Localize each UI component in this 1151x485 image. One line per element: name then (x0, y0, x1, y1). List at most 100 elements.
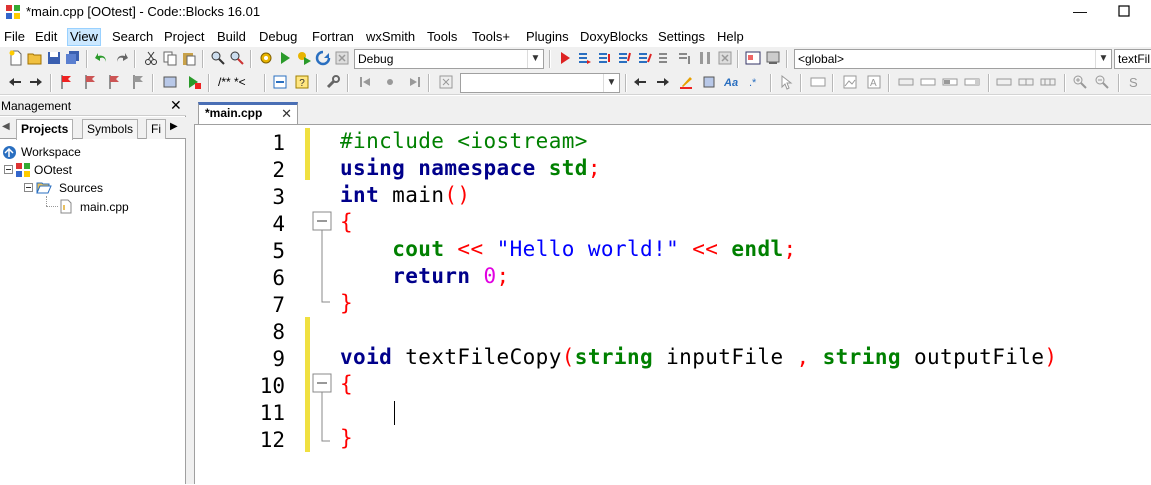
collapse-icon[interactable] (24, 183, 33, 192)
jump-back-icon[interactable] (358, 74, 374, 90)
search-clear-icon[interactable] (438, 74, 454, 90)
scope-select[interactable]: <global> ▼ (794, 49, 1112, 69)
tab-symbols[interactable]: Symbols (82, 119, 139, 139)
doxy-chm-icon[interactable]: ? (294, 74, 310, 90)
menu-view[interactable]: View (67, 28, 101, 46)
copy-icon[interactable] (162, 50, 178, 66)
code-token: textFileCopy (392, 345, 562, 369)
wx-list-icon[interactable] (964, 74, 980, 90)
wx-static-text-icon[interactable]: A (866, 74, 882, 90)
menu-debug[interactable]: Debug (257, 28, 299, 46)
code-token: } (340, 426, 354, 450)
wx-textctrl-icon[interactable] (920, 74, 936, 90)
close-icon[interactable]: ✕ (281, 105, 292, 122)
run-icon[interactable] (277, 50, 293, 66)
debug-windows-icon[interactable] (745, 50, 761, 66)
menu-build[interactable]: Build (215, 28, 248, 46)
wx-bitmap-icon[interactable] (842, 74, 858, 90)
doxy-html-icon[interactable] (272, 74, 288, 90)
find-icon[interactable] (210, 50, 226, 66)
build-gear-icon[interactable] (258, 50, 274, 66)
bookmark-next-icon[interactable] (106, 74, 122, 90)
zoom-in-icon[interactable] (1072, 74, 1088, 90)
line-number: 5 (272, 239, 285, 263)
save-all-icon[interactable] (65, 50, 81, 66)
wx-sizer-grid-icon[interactable] (1040, 74, 1056, 90)
new-file-icon[interactable] (8, 50, 24, 66)
editor-tab-main-cpp[interactable]: *main.cpp ✕ (198, 102, 298, 124)
next-line-icon[interactable] (597, 50, 613, 66)
tab-projects[interactable]: Projects (16, 119, 74, 140)
cut-icon[interactable] (143, 50, 159, 66)
bookmark-prev-icon[interactable] (82, 74, 98, 90)
menu-file[interactable]: File (2, 28, 27, 46)
debug-start-icon[interactable] (557, 50, 573, 66)
run-to-cursor-icon[interactable] (577, 50, 593, 66)
function-select[interactable]: textFil (1114, 49, 1151, 69)
abort-icon[interactable] (334, 50, 350, 66)
back-arrow-icon[interactable] (7, 74, 23, 90)
menu-search[interactable]: Search (110, 28, 155, 46)
select-pointer-icon[interactable] (778, 74, 794, 90)
step-into-instruction-icon[interactable] (677, 50, 693, 66)
doxy-comment-button[interactable]: /** *< (218, 75, 246, 89)
tab-scroll-right-icon[interactable]: ▶ (170, 121, 178, 132)
jump-clear-icon[interactable] (382, 74, 398, 90)
debug-stop-icon[interactable] (717, 50, 733, 66)
redo-icon[interactable] (113, 50, 129, 66)
menu-wxsmith[interactable]: wxSmith (364, 28, 417, 46)
next-instruction-icon[interactable] (657, 50, 673, 66)
maximize-button[interactable] (1112, 0, 1136, 24)
wx-panel-icon[interactable] (810, 74, 826, 90)
wx-spacer-icon[interactable]: S (1126, 74, 1142, 90)
menu-settings[interactable]: Settings (656, 28, 707, 46)
menu-fortran[interactable]: Fortran (310, 28, 356, 46)
replace-icon[interactable] (229, 50, 245, 66)
menu-tools-plus[interactable]: Tools+ (470, 28, 512, 46)
code-editor[interactable]: 1 2 3 4 5 6 7 8 9 10 11 12 #include <ios… (194, 124, 1151, 485)
zoom-out-icon[interactable] (1094, 74, 1110, 90)
search-next-icon[interactable] (655, 74, 671, 90)
wx-button-icon[interactable] (898, 74, 914, 90)
close-icon[interactable]: ✕ (170, 97, 182, 114)
debug-info-icon[interactable] (765, 50, 781, 66)
open-file-icon[interactable] (27, 50, 43, 66)
selected-text-only-icon[interactable] (701, 74, 717, 90)
forward-arrow-icon[interactable] (28, 74, 44, 90)
highlight-icon[interactable] (678, 74, 694, 90)
search-prev-icon[interactable] (632, 74, 648, 90)
tab-scroll-left-icon[interactable]: ◀ (2, 121, 10, 132)
bookmark-clear-icon[interactable] (130, 74, 146, 90)
doxy-wizard-icon[interactable] (162, 74, 178, 90)
regex-icon[interactable]: .* (747, 74, 763, 90)
bookmark-toggle-icon[interactable] (58, 74, 74, 90)
menu-tools[interactable]: Tools (425, 28, 459, 46)
step-into-icon[interactable] (617, 50, 633, 66)
wx-sizer-v-icon[interactable] (1018, 74, 1034, 90)
tree-label: Sources (59, 181, 104, 195)
undo-icon[interactable] (94, 50, 110, 66)
menu-edit[interactable]: Edit (33, 28, 59, 46)
rebuild-icon[interactable] (315, 50, 331, 66)
doxy-run-icon[interactable] (186, 74, 202, 90)
tab-files[interactable]: Fi (146, 119, 166, 139)
build-and-run-icon[interactable] (296, 50, 312, 66)
minimize-button[interactable]: — (1068, 0, 1092, 24)
incremental-search-input[interactable]: ▼ (460, 73, 620, 93)
jump-forward-icon[interactable] (406, 74, 422, 90)
collapse-icon[interactable] (4, 165, 13, 174)
save-icon[interactable] (46, 50, 62, 66)
debug-break-icon[interactable] (697, 50, 713, 66)
match-case-icon[interactable]: Aa (724, 74, 740, 90)
step-out-icon[interactable] (637, 50, 653, 66)
menu-project[interactable]: Project (162, 28, 206, 46)
menu-plugins[interactable]: Plugins (524, 28, 571, 46)
wx-gauge-icon[interactable] (942, 74, 958, 90)
build-target-select[interactable]: Debug ▼ (354, 49, 544, 69)
menu-help[interactable]: Help (715, 28, 746, 46)
folder-open-icon (36, 182, 52, 194)
wx-sizer-h-icon[interactable] (996, 74, 1012, 90)
wrench-icon[interactable] (325, 74, 341, 90)
paste-icon[interactable] (181, 50, 197, 66)
menu-doxyblocks[interactable]: DoxyBlocks (578, 28, 650, 46)
